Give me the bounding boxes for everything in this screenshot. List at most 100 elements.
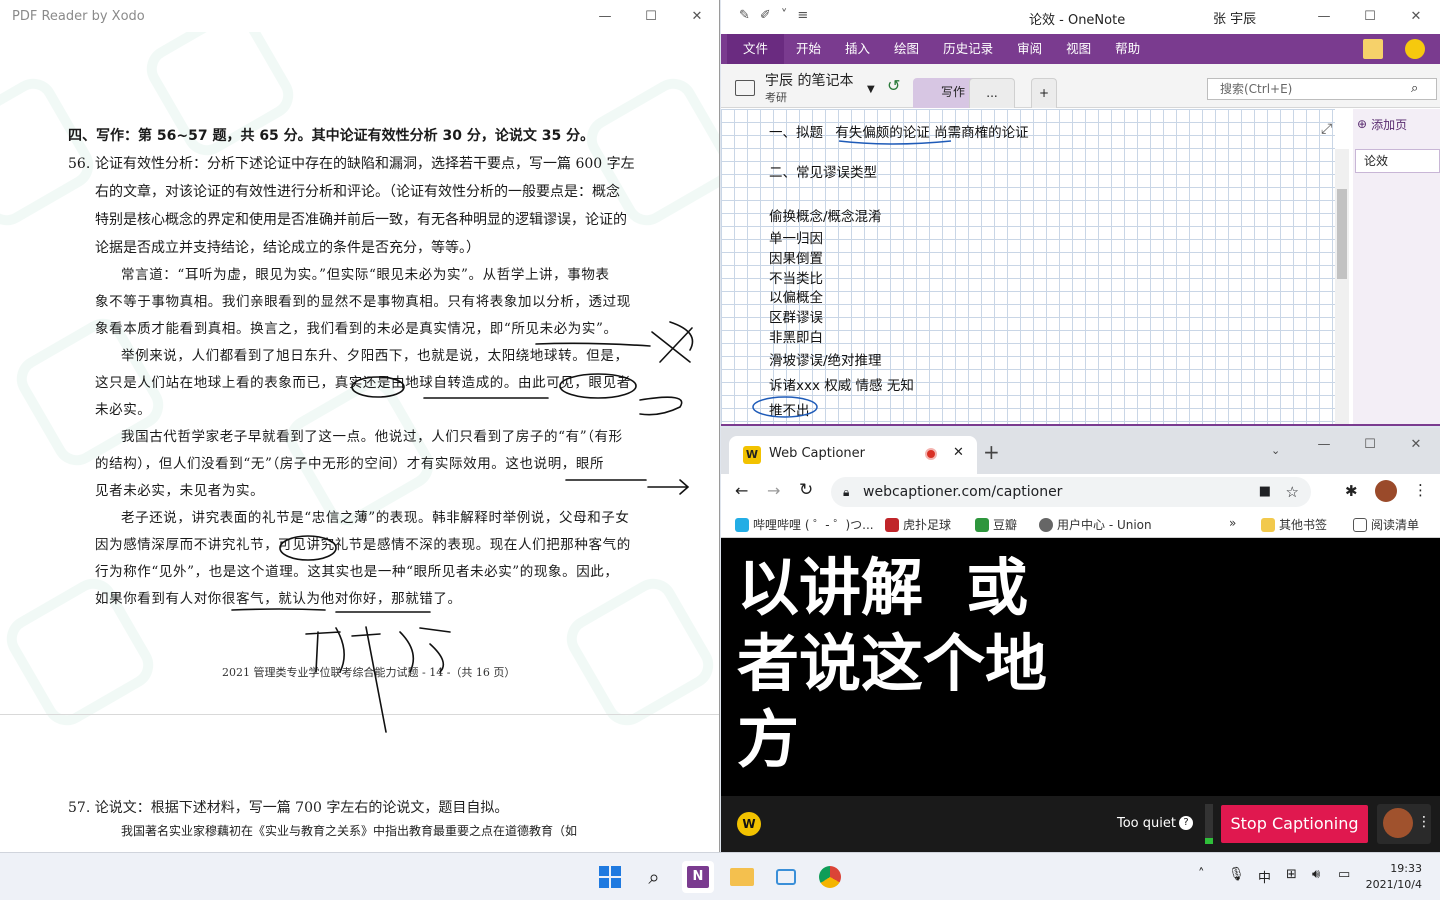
page-scrollbar[interactable] — [1335, 149, 1349, 424]
system-clock[interactable]: 19:33 2021/10/4 — [1364, 861, 1422, 893]
address-bar[interactable]: 🔒︎ webcaptioner.com/captioner ■ ☆ — [831, 477, 1311, 507]
user-name[interactable]: 张 宇辰 — [1213, 8, 1256, 27]
add-section-button[interactable]: + — [1031, 78, 1057, 108]
forward-icon[interactable]: → — [767, 481, 780, 500]
battery-icon[interactable]: ▭ — [1338, 867, 1350, 882]
bookmark-star-icon[interactable]: ☆ — [1286, 477, 1299, 507]
browser-tab[interactable]: W Web Captioner ✕ — [729, 436, 977, 474]
camera-icon[interactable]: ■ — [1259, 477, 1271, 507]
file-explorer-icon[interactable] — [726, 861, 758, 893]
snipping-tool-icon[interactable] — [770, 861, 802, 893]
too-quiet-label: Too quiet — [1117, 816, 1176, 831]
chrome-window: W Web Captioner ✕ + ⌄ — ☐ ✕ ← → ↻ 🔒︎ web… — [721, 428, 1440, 852]
feedback-smiley-icon[interactable] — [1405, 39, 1425, 59]
tab-search-icon[interactable]: ⌄ — [1271, 444, 1280, 457]
notebook-book-icon[interactable] — [735, 80, 755, 96]
close-icon[interactable]: ✕ — [1393, 428, 1439, 460]
ink-circle — [752, 396, 818, 418]
maximize-icon[interactable]: ☐ — [628, 0, 674, 32]
reading-list[interactable]: 阅读清单 — [1353, 516, 1419, 533]
tab-review[interactable]: 审阅 — [1005, 34, 1054, 64]
bookmark-bilibili[interactable]: 哔哩哔哩 ( ゜- ゜)つ... — [735, 516, 874, 533]
extensions-icon[interactable]: ✱ — [1345, 482, 1358, 500]
expand-icon[interactable]: ⤢ — [1321, 121, 1332, 137]
account-menu[interactable]: ⋮ — [1377, 804, 1431, 844]
tab-view[interactable]: 视图 — [1054, 34, 1103, 64]
pdf-window-title: PDF Reader by Xodo — [12, 8, 145, 24]
menu-icon[interactable]: ⋮ — [1413, 481, 1428, 499]
chevron-down-icon[interactable]: ˅ — [781, 8, 788, 23]
writing-section-heading: 四、写作：第 56~57 题，共 65 分。其中论证有效性分析 30 分，论说文… — [68, 128, 595, 144]
chrome-app-icon[interactable] — [814, 861, 846, 893]
search-icon[interactable]: ⌕ — [1411, 81, 1418, 96]
page-item[interactable]: 论效 — [1355, 149, 1440, 173]
scrollbar-thumb[interactable] — [1337, 189, 1347, 279]
passage-line: 行为称作“见外”，也是这个道理。这其实也是一种“眼所见者未必实”的现象。因此， — [95, 564, 619, 580]
help-icon[interactable]: ? — [1179, 816, 1193, 830]
new-tab-icon[interactable]: + — [983, 440, 1000, 464]
close-tab-icon[interactable]: ✕ — [953, 445, 964, 460]
tab-more-sections[interactable]: ... — [969, 78, 1015, 108]
webcaptioner-logo[interactable]: W — [737, 812, 761, 836]
pdf-page[interactable]: 四、写作：第 56~57 题，共 65 分。其中论证有效性分析 30 分，论说文… — [0, 0, 719, 852]
reload-icon[interactable]: ↻ — [799, 480, 813, 500]
sync-icon[interactable]: ↺ — [887, 76, 900, 95]
volume-icon[interactable]: 🔊︎ — [1312, 867, 1320, 882]
caption-display: 以讲解 或 者说这个地 方 — [721, 538, 1440, 796]
pdf-window-controls: — ☐ ✕ — [582, 0, 719, 32]
chevron-down-icon[interactable]: ▼ — [867, 84, 875, 95]
bookmark-label: 其他书签 — [1279, 518, 1328, 532]
tab-history[interactable]: 历史记录 — [931, 34, 1005, 64]
passage-line: 未必实。 — [95, 402, 152, 418]
search-icon[interactable]: ⌕ — [638, 861, 670, 893]
question-number: 56. — [68, 156, 91, 172]
note-canvas[interactable]: 一、拟题 有失偏颇的论证 尚需商榷的论证 二、常见谬误类型 偷换概念/概念混淆 … — [721, 109, 1335, 424]
close-icon[interactable]: ✕ — [674, 0, 719, 32]
taskbar: ⌕ N ˄ 🎙︎ 中 ⊞ 🔊︎ ▭ 19:33 2021/10/4 — [0, 852, 1440, 900]
search-input[interactable]: 搜索(Ctrl+E) — [1207, 78, 1437, 100]
minimize-icon[interactable]: — — [1301, 0, 1347, 32]
recording-icon — [925, 448, 937, 460]
notebook-icon[interactable] — [1363, 39, 1383, 59]
passage-line: 因为感情深厚而不讲究礼节，可见讲究礼节是感情不深的表现。现在人们把那种客气的 — [95, 537, 631, 553]
tab-file[interactable]: 文件 — [727, 34, 785, 64]
maximize-icon[interactable]: ☐ — [1347, 428, 1393, 460]
clock-time: 19:33 — [1390, 862, 1422, 875]
tab-help[interactable]: 帮助 — [1103, 34, 1152, 64]
tab-home[interactable]: 开始 — [784, 34, 833, 64]
pens-icon[interactable]: ✐ — [760, 8, 771, 23]
maximize-icon[interactable]: ☐ — [1347, 0, 1393, 32]
microphone-icon[interactable]: 🎙︎ — [1228, 867, 1245, 882]
onenote-titlebar: ✎ ✐ ˅ ≡ 论效 - OneNote 张 宇辰 — ☐ ✕ — [721, 0, 1440, 34]
tab-insert[interactable]: 插入 — [833, 34, 882, 64]
passage-line: 这只是人们站在地球上看的表象而已，真实还是由地球自转造成的。由此可见，眼见者 — [95, 375, 631, 391]
notebook-section-group: 考研 — [765, 91, 787, 104]
bookmark-other[interactable]: 其他书签 — [1261, 516, 1327, 533]
bookmark-label: 豆瓣 — [993, 518, 1018, 532]
onenote-window-controls: — ☐ ✕ — [1301, 0, 1439, 32]
show-hidden-icons[interactable]: ˄ — [1198, 867, 1205, 882]
add-page-button[interactable]: ⊕ 添加页 — [1353, 109, 1440, 135]
bookmark-hupu[interactable]: 虎扑足球 — [885, 516, 951, 533]
bookmark-union[interactable]: 用户中心 - Union — [1039, 516, 1152, 533]
profile-avatar[interactable] — [1375, 480, 1397, 502]
notebook-name[interactable]: 宇辰 的笔记本 — [765, 70, 853, 90]
stop-captioning-button[interactable]: Stop Captioning — [1221, 805, 1368, 843]
minimize-icon[interactable]: — — [1301, 428, 1347, 460]
tab-draw[interactable]: 绘图 — [882, 34, 931, 64]
passage: 常言道：“耳听为虚，眼见为实。”但实际“眼见未必为实”。从哲学上讲，事物表 象不… — [68, 262, 693, 613]
chrome-window-controls: — ☐ ✕ — [1301, 428, 1439, 458]
bookmarks-overflow-icon[interactable]: » — [1229, 516, 1236, 530]
passage-line: 老子还说，讲究表面的礼节是“忠信之薄”的表现。韩非解释时举例说，父母和子女 — [121, 510, 630, 526]
tab-strip: W Web Captioner ✕ + ⌄ — ☐ ✕ — [721, 428, 1440, 474]
start-icon[interactable] — [594, 861, 626, 893]
onenote-app-icon[interactable]: N — [682, 861, 714, 893]
input-mode-icon[interactable]: ⊞ — [1286, 867, 1297, 882]
minimize-icon[interactable]: — — [582, 0, 628, 32]
ime-indicator[interactable]: 中 — [1258, 867, 1271, 886]
close-icon[interactable]: ✕ — [1393, 0, 1439, 32]
eraser-icon[interactable]: ✎ — [739, 8, 750, 23]
back-icon[interactable]: ← — [735, 481, 748, 500]
bookmark-douban[interactable]: 豆瓣 — [975, 516, 1017, 533]
customize-qat-icon[interactable]: ≡ — [797, 8, 808, 23]
